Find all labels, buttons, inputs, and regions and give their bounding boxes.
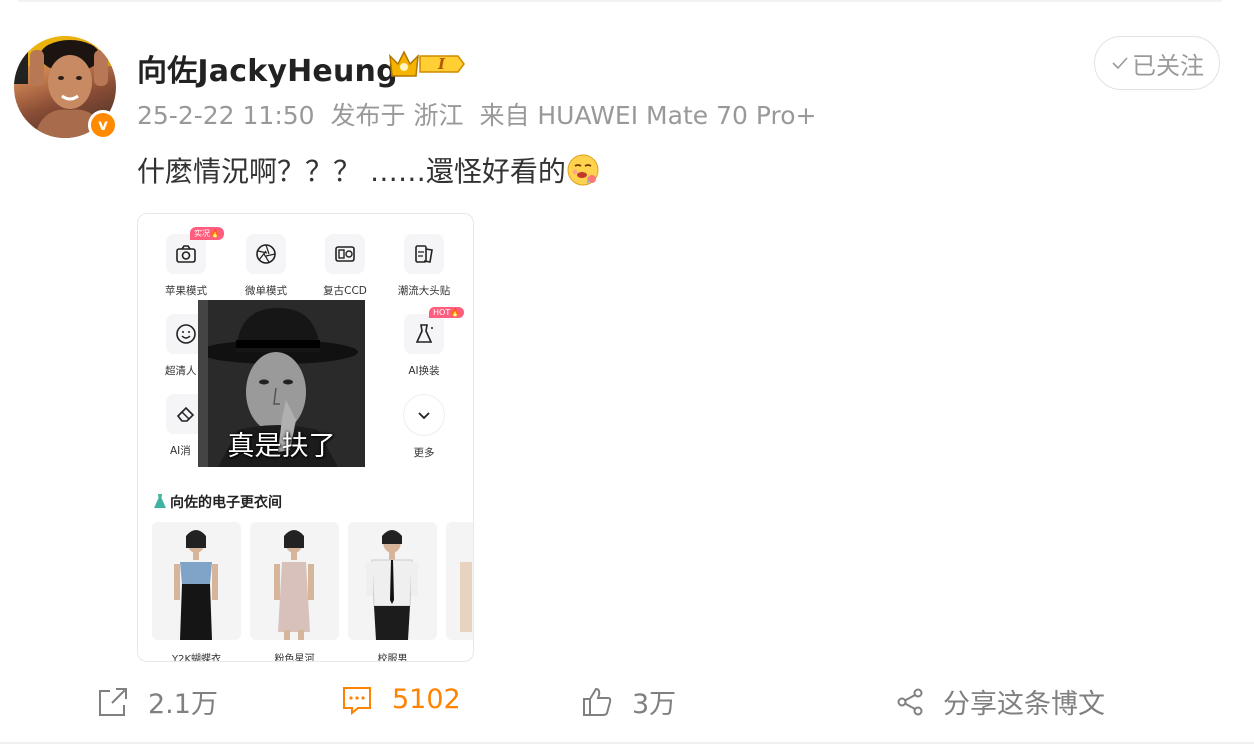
post-date[interactable]: 25-2-22 11:50 [137, 101, 315, 130]
tile-label: 复古CCD [323, 285, 367, 297]
post-text-content: 什麼情況啊？？？ ……還怪好看的 [137, 155, 566, 188]
outfit-label: Y2K蝴蝶衣 [171, 654, 222, 662]
outfit-label: 粉色星河 [274, 654, 315, 662]
tile-photo-sticker: 潮流大头贴 [384, 234, 464, 298]
tile-more: 更多 [384, 394, 464, 460]
repost-count: 2.1万 [148, 689, 218, 720]
dress-icon [415, 324, 433, 343]
post-meta: 25-2-22 11:50 发布于 浙江 来自 HUAWEI Mate 70 P… [137, 96, 824, 132]
tile-apple-mode: 苹果模式 [146, 234, 226, 298]
outfit-card [250, 522, 339, 640]
comment-button[interactable]: 5102 [340, 682, 461, 716]
live-tag: 实况🔥 [190, 227, 224, 240]
ccd-camera-icon [335, 246, 355, 262]
outfit-card [446, 522, 473, 640]
aperture-icon [256, 244, 276, 264]
follow-button[interactable]: 已关注 [1094, 36, 1220, 90]
outfit-card [348, 522, 437, 640]
share-button[interactable]: 分享这条博文 [895, 682, 1105, 721]
like-button[interactable]: 3万 [580, 682, 676, 721]
crown-level-icon[interactable]: I [388, 48, 466, 84]
wardrobe-title-text: 向佐的电子更衣间 [170, 495, 282, 511]
tile-retro-ccd: 复古CCD [305, 234, 385, 298]
drooling-emoji-icon [567, 154, 599, 186]
verified-badge: v [88, 110, 118, 140]
eraser-icon [176, 406, 195, 422]
repost-icon [99, 687, 127, 716]
comment-icon [343, 687, 371, 716]
tile-label: 微单模式 [245, 285, 287, 297]
share-label: 分享这条博文 [943, 689, 1105, 720]
meme-caption: 真是扶了 [227, 431, 336, 462]
outfit-label: 校服男 [377, 654, 408, 662]
chevron-down-icon [418, 412, 430, 420]
like-count: 3万 [632, 689, 677, 720]
follow-label: 已关注 [1132, 51, 1204, 80]
comment-count: 5102 [392, 683, 461, 715]
share-icon [897, 688, 923, 715]
repost-button[interactable]: 2.1万 [96, 682, 218, 721]
check-icon [1112, 57, 1128, 70]
post-location: 发布于 浙江 [330, 101, 464, 130]
post-source: 来自 HUAWEI Mate 70 Pro+ [479, 101, 817, 130]
top-divider [18, 0, 1222, 2]
face-icon [176, 324, 196, 344]
tile-mirrorless-mode: 微单模式 [226, 234, 306, 298]
wardrobe-title: 向佐的电子更衣间 [152, 492, 282, 512]
post-text: 什麼情況啊？？？ ……還怪好看的 [137, 150, 600, 190]
tile-label: 更多 [413, 447, 435, 459]
bottom-divider [0, 742, 1254, 744]
tile-ai-outfit: AI换装 [384, 314, 464, 378]
tile-label: 潮流大头贴 [397, 285, 451, 297]
author-name[interactable]: 向佐JackyHeung [137, 46, 398, 90]
photo-sticker-icon [415, 245, 433, 263]
outfit-card [152, 522, 241, 640]
camera-icon [176, 245, 196, 263]
meme-image: 真是扶了 [198, 300, 365, 467]
tile-label: 苹果模式 [165, 285, 207, 297]
tile-label: AI换装 [408, 365, 440, 377]
action-bar: 2.1万 5102 3万 分享这条博文 [0, 672, 1254, 732]
dress-icon [154, 494, 166, 508]
post-image[interactable]: 苹果模式 实况🔥 微单模式 复古CCD 潮流大头贴 超清人 AI换装 HOT🔥 … [137, 213, 474, 662]
thumbs-up-icon [583, 687, 612, 716]
crown-level-text: I [437, 55, 446, 73]
hot-tag: HOT🔥 [429, 307, 465, 318]
